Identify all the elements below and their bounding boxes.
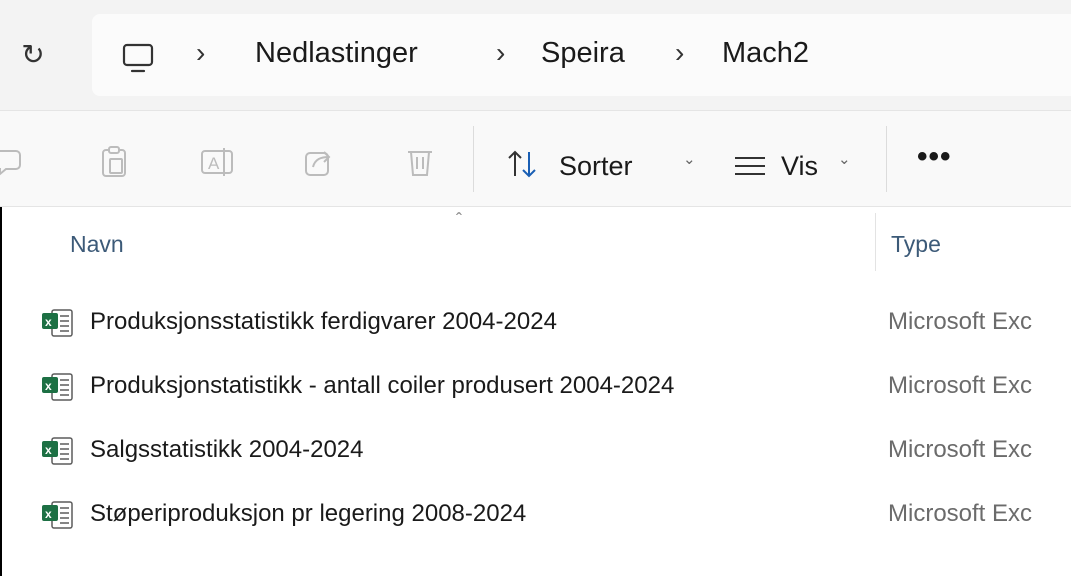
breadcrumb-item-mach2[interactable]: Mach2 [722, 37, 809, 70]
file-type: Microsoft Exc [888, 436, 1033, 463]
svg-text:x: x [45, 379, 52, 393]
paste-icon[interactable] [99, 145, 129, 179]
excel-file-icon: x [42, 309, 73, 337]
file-name[interactable]: Salgsstatistikk 2004-2024 [90, 436, 364, 464]
chevron-down-icon[interactable]: ⌄ [838, 150, 851, 168]
svg-text:x: x [45, 507, 52, 521]
breadcrumb-chevron-icon[interactable]: › [196, 37, 205, 69]
rename-icon[interactable]: A [200, 145, 236, 179]
breadcrumb-item-speira[interactable]: Speira [541, 37, 625, 70]
file-type: Microsoft Exc [888, 372, 1033, 399]
toolbar-divider [886, 126, 887, 192]
excel-file-icon: x [42, 373, 73, 401]
sort-ascending-icon: ˆ [456, 210, 462, 230]
column-header-type[interactable]: Type [891, 231, 941, 258]
file-name[interactable]: Støperiproduksjon pr legering 2008-2024 [90, 500, 526, 528]
view-list-icon[interactable] [733, 155, 767, 177]
list-item[interactable]: x Støperiproduksjon pr legering 2008-202… [0, 480, 1071, 544]
share-icon[interactable] [303, 145, 335, 179]
sort-button[interactable]: Sorter [559, 151, 633, 182]
svg-text:x: x [45, 315, 52, 329]
comment-icon[interactable] [0, 145, 24, 179]
column-header-name[interactable]: Navn [70, 231, 124, 258]
breadcrumb-item-nedlastinger[interactable]: Nedlastinger [255, 37, 418, 70]
list-item[interactable]: x Produksjonstatistikk - antall coiler p… [0, 352, 1071, 416]
toolbar-divider [473, 126, 474, 192]
divider [0, 206, 1071, 207]
excel-file-icon: x [42, 437, 73, 465]
delete-icon[interactable] [405, 145, 435, 179]
more-options-button[interactable]: ••• [917, 140, 952, 174]
breadcrumb-chevron-icon[interactable]: › [675, 37, 684, 69]
file-name[interactable]: Produksjonstatistikk - antall coiler pro… [90, 372, 674, 400]
file-name[interactable]: Produksjonsstatistikk ferdigvarer 2004-2… [90, 308, 557, 336]
chevron-down-icon[interactable]: ⌄ [683, 150, 696, 168]
svg-text:A: A [208, 154, 220, 173]
computer-icon[interactable] [120, 42, 156, 76]
sort-arrows-icon[interactable] [506, 148, 542, 180]
list-item[interactable]: x Produksjonsstatistikk ferdigvarer 2004… [0, 288, 1071, 352]
list-item[interactable]: x Salgsstatistikk 2004-2024 Microsoft Ex… [0, 416, 1071, 480]
breadcrumb-chevron-icon[interactable]: › [496, 37, 505, 69]
column-divider[interactable] [875, 213, 876, 271]
excel-file-icon: x [42, 501, 73, 529]
file-type: Microsoft Exc [888, 500, 1033, 527]
file-type: Microsoft Exc [888, 308, 1033, 335]
refresh-icon[interactable]: ↻ [18, 40, 48, 70]
view-button[interactable]: Vis [781, 151, 818, 182]
svg-text:x: x [45, 443, 52, 457]
